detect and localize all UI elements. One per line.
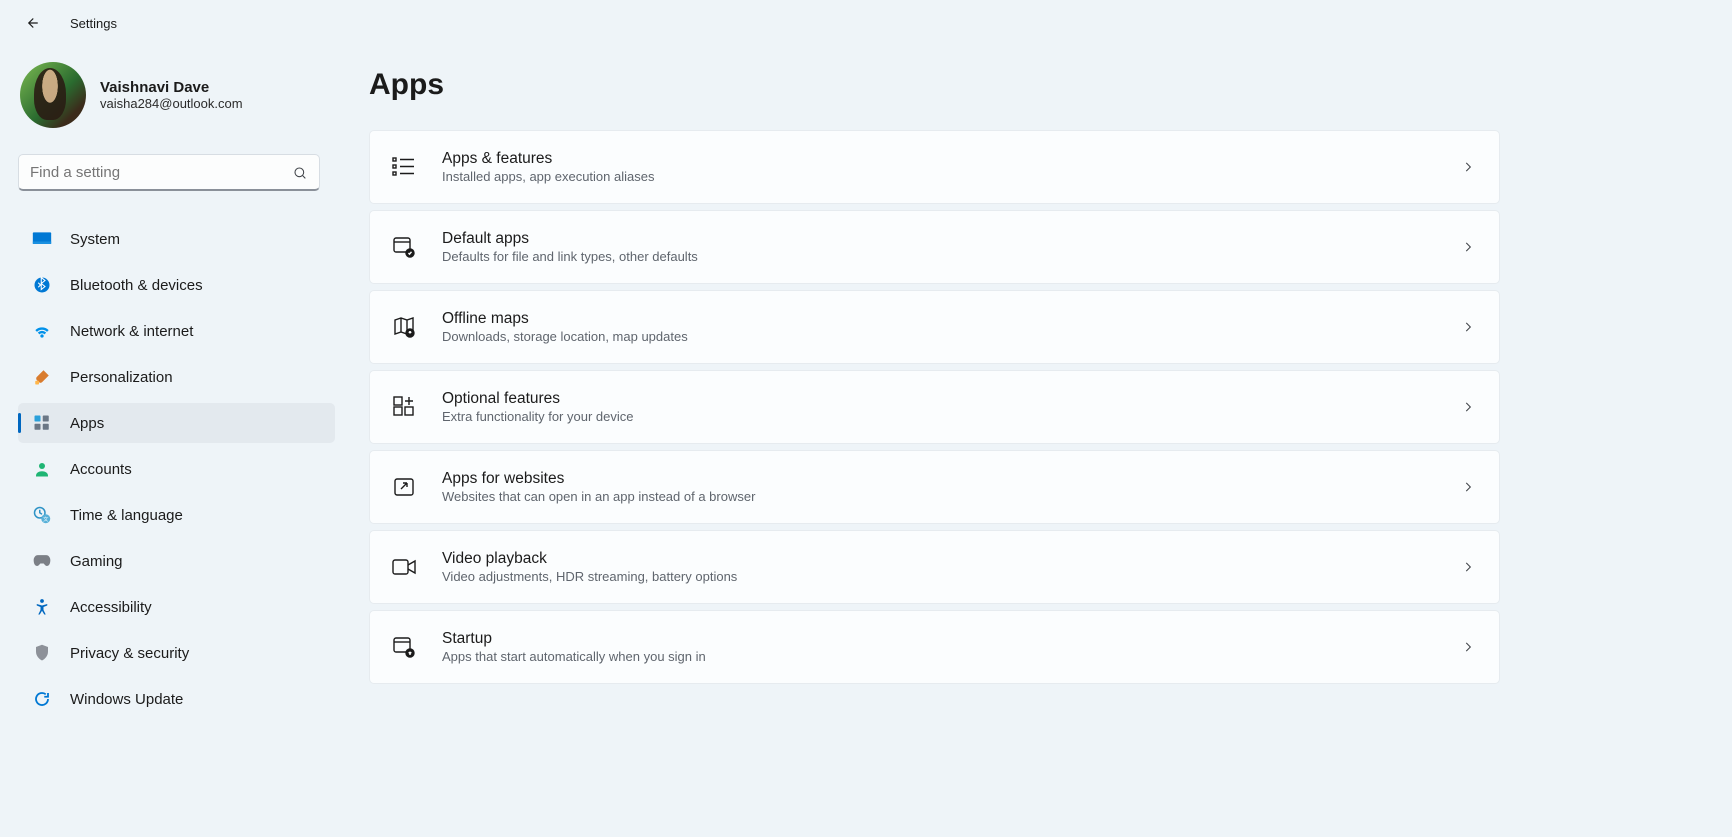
card-offline-maps[interactable]: Offline maps Downloads, storage location… bbox=[369, 290, 1500, 364]
profile-block[interactable]: Vaishnavi Dave vaisha284@outlook.com bbox=[18, 62, 335, 128]
video-icon bbox=[390, 555, 418, 579]
nav-item-label: Apps bbox=[70, 415, 104, 432]
nav-item-accessibility[interactable]: Accessibility bbox=[18, 587, 335, 627]
nav-item-gaming[interactable]: Gaming bbox=[18, 541, 335, 581]
bluetooth-icon bbox=[32, 275, 52, 295]
card-subtitle: Apps that start automatically when you s… bbox=[442, 649, 1437, 664]
card-apps-for-websites[interactable]: Apps for websites Websites that can open… bbox=[369, 450, 1500, 524]
nav-item-label: Time & language bbox=[70, 507, 183, 524]
card-default-apps[interactable]: Default apps Defaults for file and link … bbox=[369, 210, 1500, 284]
nav-item-label: Gaming bbox=[70, 553, 123, 570]
update-icon bbox=[32, 689, 52, 709]
search-container bbox=[18, 154, 320, 191]
nav-item-network[interactable]: Network & internet bbox=[18, 311, 335, 351]
nav-item-windows-update[interactable]: Windows Update bbox=[18, 679, 335, 719]
page-title: Apps bbox=[369, 68, 1500, 102]
card-subtitle: Defaults for file and link types, other … bbox=[442, 249, 1437, 264]
card-subtitle: Installed apps, app execution aliases bbox=[442, 169, 1437, 184]
accessibility-icon bbox=[32, 597, 52, 617]
wifi-icon bbox=[32, 321, 52, 341]
grid-plus-icon bbox=[390, 395, 418, 419]
default-apps-icon bbox=[390, 235, 418, 259]
card-apps-features[interactable]: Apps & features Installed apps, app exec… bbox=[369, 130, 1500, 204]
nav-item-label: Accessibility bbox=[70, 599, 152, 616]
nav-item-label: Bluetooth & devices bbox=[70, 277, 203, 294]
nav-item-bluetooth[interactable]: Bluetooth & devices bbox=[18, 265, 335, 305]
card-title: Apps for websites bbox=[442, 470, 1437, 488]
account-icon bbox=[32, 459, 52, 479]
chevron-right-icon bbox=[1461, 320, 1475, 334]
card-title: Optional features bbox=[442, 390, 1437, 408]
display-icon bbox=[32, 229, 52, 249]
nav-item-time-language[interactable]: 文 Time & language bbox=[18, 495, 335, 535]
window-title: Settings bbox=[70, 16, 117, 31]
card-title: Apps & features bbox=[442, 150, 1437, 168]
nav-item-label: System bbox=[70, 231, 120, 248]
brush-icon bbox=[32, 367, 52, 387]
card-title: Video playback bbox=[442, 550, 1437, 568]
nav-item-label: Accounts bbox=[70, 461, 132, 478]
chevron-right-icon bbox=[1461, 640, 1475, 654]
time-lang-icon: 文 bbox=[32, 505, 52, 525]
nav-item-accounts[interactable]: Accounts bbox=[18, 449, 335, 489]
privacy-icon bbox=[32, 643, 52, 663]
chevron-right-icon bbox=[1461, 480, 1475, 494]
gaming-icon bbox=[32, 551, 52, 571]
nav-list: System Bluetooth & devices Network & int… bbox=[18, 219, 335, 719]
nav-item-personalization[interactable]: Personalization bbox=[18, 357, 335, 397]
card-video-playback[interactable]: Video playback Video adjustments, HDR st… bbox=[369, 530, 1500, 604]
back-arrow-icon bbox=[22, 14, 40, 32]
chevron-right-icon bbox=[1461, 560, 1475, 574]
card-startup[interactable]: Startup Apps that start automatically wh… bbox=[369, 610, 1500, 684]
nav-item-label: Network & internet bbox=[70, 323, 193, 340]
card-optional-features[interactable]: Optional features Extra functionality fo… bbox=[369, 370, 1500, 444]
nav-item-label: Personalization bbox=[70, 369, 173, 386]
card-list: Apps & features Installed apps, app exec… bbox=[369, 130, 1500, 684]
list-icon bbox=[390, 155, 418, 179]
card-title: Startup bbox=[442, 630, 1437, 648]
main-content: Apps Apps & features Installed apps, app… bbox=[335, 46, 1732, 837]
card-title: Offline maps bbox=[442, 310, 1437, 328]
nav-item-label: Windows Update bbox=[70, 691, 183, 708]
card-subtitle: Websites that can open in an app instead… bbox=[442, 489, 1437, 504]
apps-icon bbox=[32, 413, 52, 433]
startup-icon bbox=[390, 635, 418, 659]
chevron-right-icon bbox=[1461, 240, 1475, 254]
search-icon[interactable] bbox=[292, 165, 308, 181]
avatar bbox=[20, 62, 86, 128]
profile-email: vaisha284@outlook.com bbox=[100, 96, 243, 111]
search-input[interactable] bbox=[18, 154, 320, 191]
nav-item-privacy[interactable]: Privacy & security bbox=[18, 633, 335, 673]
open-app-icon bbox=[390, 475, 418, 499]
card-subtitle: Video adjustments, HDR streaming, batter… bbox=[442, 569, 1437, 584]
nav-item-apps[interactable]: Apps bbox=[18, 403, 335, 443]
nav-item-label: Privacy & security bbox=[70, 645, 189, 662]
back-button[interactable] bbox=[20, 12, 42, 34]
chevron-right-icon bbox=[1461, 160, 1475, 174]
map-icon bbox=[390, 315, 418, 339]
card-title: Default apps bbox=[442, 230, 1437, 248]
sidebar: Vaishnavi Dave vaisha284@outlook.com Sys… bbox=[0, 46, 335, 837]
card-subtitle: Extra functionality for your device bbox=[442, 409, 1437, 424]
chevron-right-icon bbox=[1461, 400, 1475, 414]
card-subtitle: Downloads, storage location, map updates bbox=[442, 329, 1437, 344]
profile-name: Vaishnavi Dave bbox=[100, 79, 243, 96]
titlebar: Settings bbox=[0, 0, 1732, 46]
nav-item-system[interactable]: System bbox=[18, 219, 335, 259]
